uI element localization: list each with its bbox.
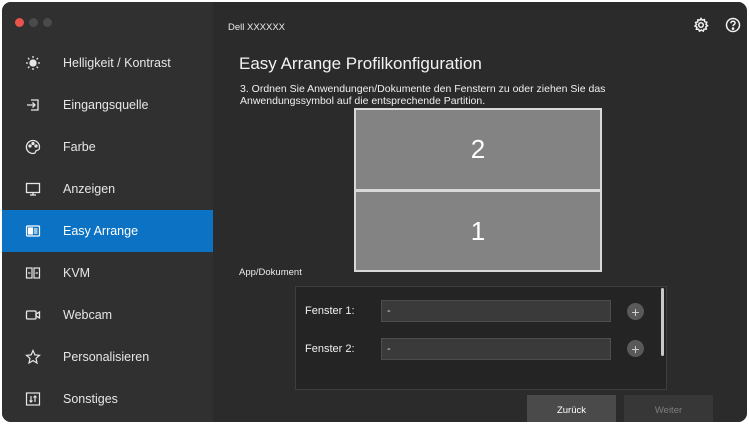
main-content: Dell XXXXXX Easy Arrange Profilkonfigura… [213, 2, 747, 422]
app-title: Dell XXXXXX [228, 22, 286, 33]
easy-arrange-icon [24, 222, 42, 240]
webcam-icon [24, 306, 42, 324]
sidebar-item-webcam[interactable]: Webcam [2, 294, 213, 336]
window-1-field[interactable]: - [381, 300, 611, 322]
sidebar-item-personalize[interactable]: Personalisieren [2, 336, 213, 378]
window-1-row: Fenster 1: - [305, 300, 611, 322]
sidebar-item-label: Webcam [63, 308, 113, 322]
sidebar-item-label: Sonstiges [63, 392, 118, 406]
app-window: Helligkeit / Kontrast Eingangsquelle Far… [2, 2, 747, 422]
add-app-window-2-button[interactable]: + [627, 340, 644, 357]
star-icon [24, 348, 42, 366]
next-button[interactable]: Weiter [624, 395, 713, 422]
sidebar-item-kvm[interactable]: KVM [2, 252, 213, 294]
sidebar-item-easy-arrange[interactable]: Easy Arrange [2, 210, 213, 252]
sidebar-item-label: Helligkeit / Kontrast [63, 56, 171, 70]
window-2-row: Fenster 2: - [305, 338, 611, 360]
add-app-window-1-button[interactable]: + [627, 303, 644, 320]
page-title: Easy Arrange Profilkonfiguration [239, 54, 482, 73]
display-icon [24, 180, 42, 198]
maximize-window-button[interactable] [43, 18, 52, 27]
window-2-label: Fenster 2: [305, 343, 355, 355]
sidebar-item-label: Easy Arrange [63, 224, 139, 238]
sidebar-item-label: Anzeigen [63, 182, 116, 196]
sidebar-item-color[interactable]: Farbe [2, 126, 213, 168]
sidebar: Helligkeit / Kontrast Eingangsquelle Far… [2, 2, 213, 422]
instruction-text: 3. Ordnen Sie Anwendungen/Dokumente den … [240, 83, 606, 107]
back-button[interactable]: Zurück [527, 395, 616, 422]
brightness-icon [24, 54, 42, 72]
sidebar-item-label: Eingangsquelle [63, 98, 149, 112]
window-1-label: Fenster 1: [305, 305, 355, 317]
sidebar-item-label: Personalisieren [63, 350, 150, 364]
sidebar-item-label: Farbe [63, 140, 96, 154]
window-assignment-panel: Fenster 1: - + Fenster 2: - + [295, 286, 667, 390]
sidebar-item-others[interactable]: Sonstiges [2, 378, 213, 420]
sidebar-item-label: KVM [63, 266, 91, 280]
close-window-button[interactable] [15, 18, 24, 27]
partition-1[interactable]: 1 [356, 192, 600, 270]
sidebar-item-display[interactable]: Anzeigen [2, 168, 213, 210]
minimize-window-button[interactable] [29, 18, 38, 27]
gear-icon[interactable] [692, 16, 710, 34]
panel-scrollbar[interactable] [661, 288, 664, 356]
sidebar-item-input-source[interactable]: Eingangsquelle [2, 84, 213, 126]
kvm-icon [24, 264, 42, 282]
sidebar-nav: Helligkeit / Kontrast Eingangsquelle Far… [2, 42, 213, 420]
color-icon [24, 138, 42, 156]
others-icon [24, 390, 42, 408]
window-2-field[interactable]: - [381, 338, 611, 360]
sidebar-item-brightness-contrast[interactable]: Helligkeit / Kontrast [2, 42, 213, 84]
partition-2[interactable]: 2 [356, 110, 600, 189]
input-source-icon [24, 96, 42, 114]
monitor-layout-preview: 2 1 [354, 108, 602, 272]
app-document-label: App/Dokument [239, 267, 302, 278]
help-icon[interactable] [724, 16, 742, 34]
